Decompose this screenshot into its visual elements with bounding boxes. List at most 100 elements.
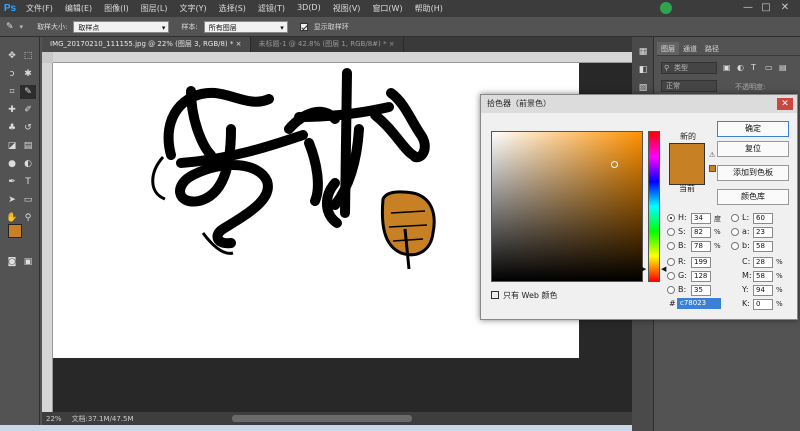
y-field[interactable]: 94 [753, 285, 773, 296]
type-tool-icon[interactable]: T [20, 175, 36, 189]
h-label: H: [678, 213, 687, 222]
show-ring-checkbox[interactable] [299, 22, 308, 31]
eyedropper-tool-icon[interactable]: ✎ [20, 85, 36, 99]
minimize-icon[interactable]: — [742, 2, 754, 14]
c-field[interactable]: 28 [753, 257, 773, 268]
path-select-icon[interactable]: ➤ [4, 193, 20, 207]
menu-item-6[interactable]: 滤镜(T) [252, 3, 291, 14]
menu-item-0[interactable]: 文件(F) [20, 3, 59, 14]
h-field[interactable]: 34 [691, 213, 711, 224]
tab-layers[interactable]: 图层 [657, 42, 679, 55]
menu-item-3[interactable]: 图层(L) [135, 3, 174, 14]
menu-item-2[interactable]: 图像(I) [98, 3, 135, 14]
cube-warning-icon[interactable] [709, 165, 716, 172]
close-icon[interactable]: × [389, 40, 395, 48]
foreground-color-swatch[interactable] [8, 224, 22, 238]
properties-panel-icon[interactable]: ◧ [635, 63, 651, 77]
color-library-button[interactable]: 颜色库 [717, 189, 789, 205]
saturation-brightness-field[interactable] [491, 131, 643, 282]
eyedropper-tool-icon[interactable]: ✎ [6, 22, 14, 32]
marquee-tool-icon[interactable]: ⬚ [20, 49, 36, 63]
lab-b-radio[interactable] [731, 242, 739, 250]
r-field[interactable]: 199 [691, 257, 711, 268]
l-radio[interactable] [731, 214, 739, 222]
m-field[interactable]: 58 [753, 271, 773, 282]
g-field[interactable]: 128 [691, 271, 711, 282]
brush-tool-icon[interactable]: ✐ [20, 103, 36, 117]
gradient-tool-icon[interactable]: ▤ [20, 139, 36, 153]
add-swatch-button[interactable]: 添加到色板 [717, 165, 789, 181]
sample-size-select[interactable]: 取样点 ▾ [73, 20, 170, 33]
menu-item-4[interactable]: 文字(Y) [173, 3, 212, 14]
filter-image-icon[interactable]: ▣ [723, 63, 731, 72]
s-field[interactable]: 82 [691, 227, 711, 238]
blue-field[interactable]: 35 [691, 285, 711, 296]
hue-slider-right-arrow-icon[interactable]: ◀ [661, 265, 666, 273]
lab-b-field[interactable]: 58 [753, 241, 773, 252]
reset-button[interactable]: 复位 [717, 141, 789, 157]
web-colors-checkbox[interactable] [491, 291, 499, 299]
b-radio[interactable] [667, 242, 675, 250]
history-panel-icon[interactable]: ▦ [635, 45, 651, 59]
b-field[interactable]: 78 [691, 241, 711, 252]
horizontal-scrollbar[interactable] [232, 415, 412, 422]
close-icon[interactable]: ✕ [777, 98, 793, 110]
color-picker-cursor[interactable] [611, 161, 618, 168]
pen-tool-icon[interactable]: ✒ [4, 175, 20, 189]
filter-type-icon[interactable]: T [751, 63, 756, 72]
ok-button[interactable]: 确定 [717, 121, 789, 137]
shape-tool-icon[interactable]: ▭ [20, 193, 36, 207]
r-radio[interactable] [667, 258, 675, 266]
crop-tool-icon[interactable]: ⌗ [4, 85, 20, 99]
move-tool-icon[interactable]: ✥ [4, 49, 20, 63]
s-radio[interactable] [667, 228, 675, 236]
history-brush-icon[interactable]: ↺ [20, 121, 36, 135]
layer-filter-input[interactable]: ⚲ 类型 [661, 62, 717, 74]
tab-document-2[interactable]: 未标题-1 @ 42.8% (图层 1, RGB/8#) * × [250, 37, 404, 52]
quick-mask-icon[interactable]: ◙ [4, 255, 20, 269]
k-field[interactable]: 0 [753, 299, 773, 310]
menu-item-5[interactable]: 选择(S) [213, 3, 252, 14]
zoom-level[interactable]: 22% [46, 415, 62, 423]
filter-shape-icon[interactable]: ▭ [765, 63, 773, 72]
maximize-icon[interactable]: □ [760, 2, 772, 14]
hue-slider-left-arrow-icon[interactable]: ▶ [641, 265, 646, 273]
menu-item-8[interactable]: 视图(V) [327, 3, 367, 14]
quick-select-tool-icon[interactable]: ✱ [20, 67, 36, 81]
menu-item-1[interactable]: 编辑(E) [59, 3, 98, 14]
zoom-tool-icon[interactable]: ⚲ [20, 211, 36, 225]
menu-item-9[interactable]: 窗口(W) [366, 3, 408, 14]
a-radio[interactable] [731, 228, 739, 236]
dodge-tool-icon[interactable]: ◐ [20, 157, 36, 171]
close-icon[interactable]: × [236, 40, 242, 48]
clone-stamp-icon[interactable]: ♣ [4, 121, 20, 135]
menu-item-10[interactable]: 帮助(H) [409, 3, 449, 14]
hue-slider[interactable] [648, 131, 660, 282]
blend-mode-select[interactable]: 正常 [661, 80, 717, 92]
menu-item-7[interactable]: 3D(D) [291, 3, 327, 14]
lasso-tool-icon[interactable]: ↄ [4, 67, 20, 81]
tab-paths[interactable]: 路径 [701, 42, 723, 55]
l-field[interactable]: 60 [753, 213, 773, 224]
h-radio[interactable] [667, 214, 675, 222]
eraser-tool-icon[interactable]: ◪ [4, 139, 20, 153]
g-radio[interactable] [667, 272, 675, 280]
filter-adjust-icon[interactable]: ◐ [737, 63, 744, 72]
sample-select[interactable]: 所有图层 ▾ [203, 20, 288, 33]
blur-tool-icon[interactable]: ● [4, 157, 20, 171]
hand-tool-icon[interactable]: ✋ [4, 211, 20, 225]
blue-radio[interactable] [667, 286, 675, 294]
tab-document-1[interactable]: IMG_20170210_111155.jpg @ 22% (图层 3, RGB… [42, 37, 251, 52]
adjust-panel-icon[interactable]: ▨ [635, 81, 651, 95]
out-of-gamut-icon[interactable]: ⚠ [709, 151, 715, 159]
close-window-icon[interactable]: ✕ [779, 2, 791, 14]
hex-field[interactable]: c78023 [677, 298, 721, 309]
tool-preset-dropdown[interactable]: ▾ [20, 23, 24, 31]
screen-mode-icon[interactable]: ▣ [20, 255, 36, 269]
filter-smart-icon[interactable]: ▤ [779, 63, 787, 72]
current-color-swatch[interactable] [669, 164, 705, 185]
a-field[interactable]: 23 [753, 227, 773, 238]
tab-channels[interactable]: 通道 [679, 42, 701, 55]
healing-brush-icon[interactable]: ✚ [4, 103, 20, 117]
document-size[interactable]: 文档:37.1M/47.5M [72, 414, 134, 424]
